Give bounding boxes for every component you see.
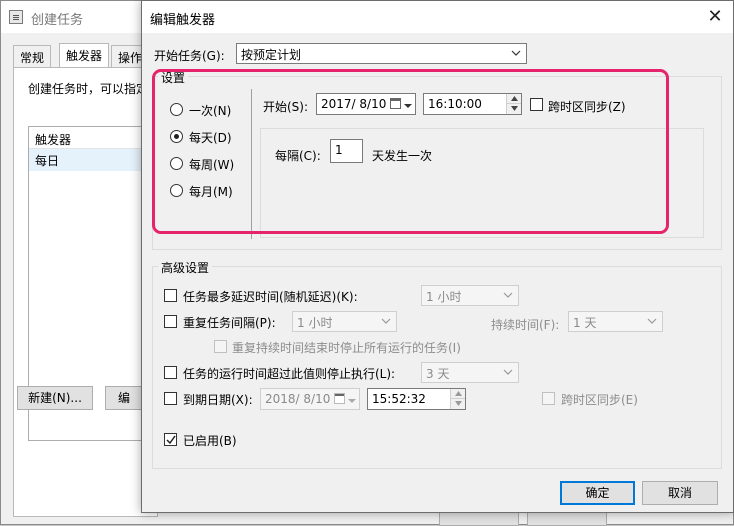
stop-running-checkbox[interactable]	[214, 340, 227, 353]
delay-dropdown[interactable]: 1 小时	[421, 285, 519, 306]
sync-timezone-label: 跨时区同步(Z)	[548, 100, 626, 114]
ok-button[interactable]: 确定	[560, 481, 635, 505]
repeat-label: 重复任务间隔(P):	[183, 316, 276, 330]
chevron-down-icon	[502, 366, 514, 378]
repeat-dropdown[interactable]: 1 小时	[292, 311, 397, 332]
edit-trigger-dialog: 编辑触发器 ✕ 开始任务(G): 按预定计划 设置 一次(N) 每天(D) 每周…	[141, 0, 734, 513]
dialog-title: 编辑触发器	[150, 13, 216, 28]
cancel-button[interactable]: 取消	[642, 481, 718, 505]
tab-triggers[interactable]: 触发器	[59, 43, 110, 67]
advanced-settings-label: 高级设置	[158, 259, 213, 276]
delay-value: 1 小时	[426, 290, 462, 304]
stop-if-longer-label: 任务的运行时间超过此值则停止执行(L):	[183, 367, 396, 381]
radio-monthly-label: 每月(M)	[189, 185, 233, 199]
start-time-value: 16:10:00	[428, 97, 482, 111]
start-time-field[interactable]: 16:10:00	[423, 93, 522, 115]
background-titlebar: 创建任务	[1, 1, 151, 33]
expire-time-spinner[interactable]	[450, 389, 465, 409]
expire-date-value: 2018/ 8/10	[265, 392, 331, 406]
calendar-icon[interactable]	[334, 393, 345, 404]
duration-dropdown[interactable]: 1 天	[568, 311, 663, 332]
expire-checkbox[interactable]	[164, 392, 177, 405]
expire-time-field[interactable]: 15:52:32	[367, 388, 466, 410]
radio-weekly-label: 每周(W)	[189, 158, 235, 172]
repeat-value: 1 小时	[297, 316, 333, 330]
spin-up-icon[interactable]	[507, 94, 521, 104]
expire-sync-checkbox[interactable]	[542, 392, 555, 405]
start-label: 开始(S):	[263, 100, 309, 114]
stop-running-label: 重复持续时间结束时停止所有运行的任务(I)	[232, 341, 461, 355]
delay-label: 任务最多延迟时间(随机延迟)(K):	[183, 290, 358, 304]
recur-suffix: 天发生一次	[372, 149, 433, 163]
expire-date-picker[interactable]: 2018/ 8/10	[260, 388, 360, 410]
repeat-checkbox[interactable]	[164, 315, 177, 328]
spin-down-icon[interactable]	[507, 104, 521, 114]
recur-label: 每隔(C):	[275, 149, 321, 163]
expire-time-value: 15:52:32	[372, 392, 426, 406]
chevron-down-icon	[348, 394, 356, 408]
expire-label: 到期日期(X):	[183, 393, 253, 407]
chevron-down-icon	[510, 47, 522, 59]
new-trigger-button[interactable]: 新建(N)...	[17, 386, 93, 410]
background-panel: 创建任务时，可以指定 触发器 每日	[13, 67, 168, 517]
dialog-titlebar: 编辑触发器 ✕	[142, 1, 733, 33]
begin-task-label: 开始任务(G):	[154, 49, 225, 63]
spin-up-icon[interactable]	[451, 389, 465, 399]
spin-down-icon[interactable]	[451, 399, 465, 409]
radio-daily-label: 每天(D)	[189, 131, 232, 145]
chevron-down-icon	[404, 99, 412, 113]
calendar-icon[interactable]	[390, 98, 401, 109]
settings-group-label: 设置	[158, 69, 189, 86]
stop-if-longer-dropdown[interactable]: 3 天	[421, 362, 519, 383]
stop-if-longer-checkbox[interactable]	[164, 366, 177, 379]
background-window-title: 创建任务	[31, 13, 84, 28]
radio-once-button[interactable]	[170, 103, 183, 116]
stop-if-longer-value: 3 天	[426, 367, 450, 381]
begin-task-dropdown[interactable]: 按预定计划	[236, 43, 527, 64]
start-date-value: 2017/ 8/10	[321, 97, 387, 111]
tab-general[interactable]: 常规	[13, 45, 52, 67]
settings-separator	[251, 89, 252, 239]
start-date-picker[interactable]: 2017/ 8/10	[316, 93, 416, 115]
background-description: 创建任务时，可以指定	[28, 82, 149, 96]
recur-box	[260, 128, 704, 238]
recur-days-input[interactable]: 1	[330, 139, 363, 163]
radio-monthly-button[interactable]	[170, 184, 183, 197]
radio-weekly-button[interactable]	[170, 157, 183, 170]
radio-daily-button[interactable]	[170, 130, 183, 143]
duration-value: 1 天	[573, 316, 597, 330]
close-icon[interactable]: ✕	[703, 5, 727, 29]
chevron-down-icon	[502, 289, 514, 301]
sync-timezone-checkbox[interactable]	[530, 98, 543, 111]
checkmark-icon	[166, 435, 176, 445]
begin-task-value: 按预定计划	[241, 48, 302, 62]
task-scheduler-icon	[9, 10, 23, 24]
expire-sync-label: 跨时区同步(E)	[561, 393, 638, 407]
chevron-down-icon	[380, 315, 392, 327]
enabled-label: 已启用(B)	[183, 434, 237, 448]
duration-label: 持续时间(F):	[491, 318, 560, 332]
start-time-spinner[interactable]	[506, 94, 521, 114]
radio-once-label: 一次(N)	[189, 104, 232, 118]
delay-checkbox[interactable]	[164, 289, 177, 302]
chevron-down-icon	[646, 315, 658, 327]
enabled-checkbox[interactable]	[164, 433, 177, 446]
